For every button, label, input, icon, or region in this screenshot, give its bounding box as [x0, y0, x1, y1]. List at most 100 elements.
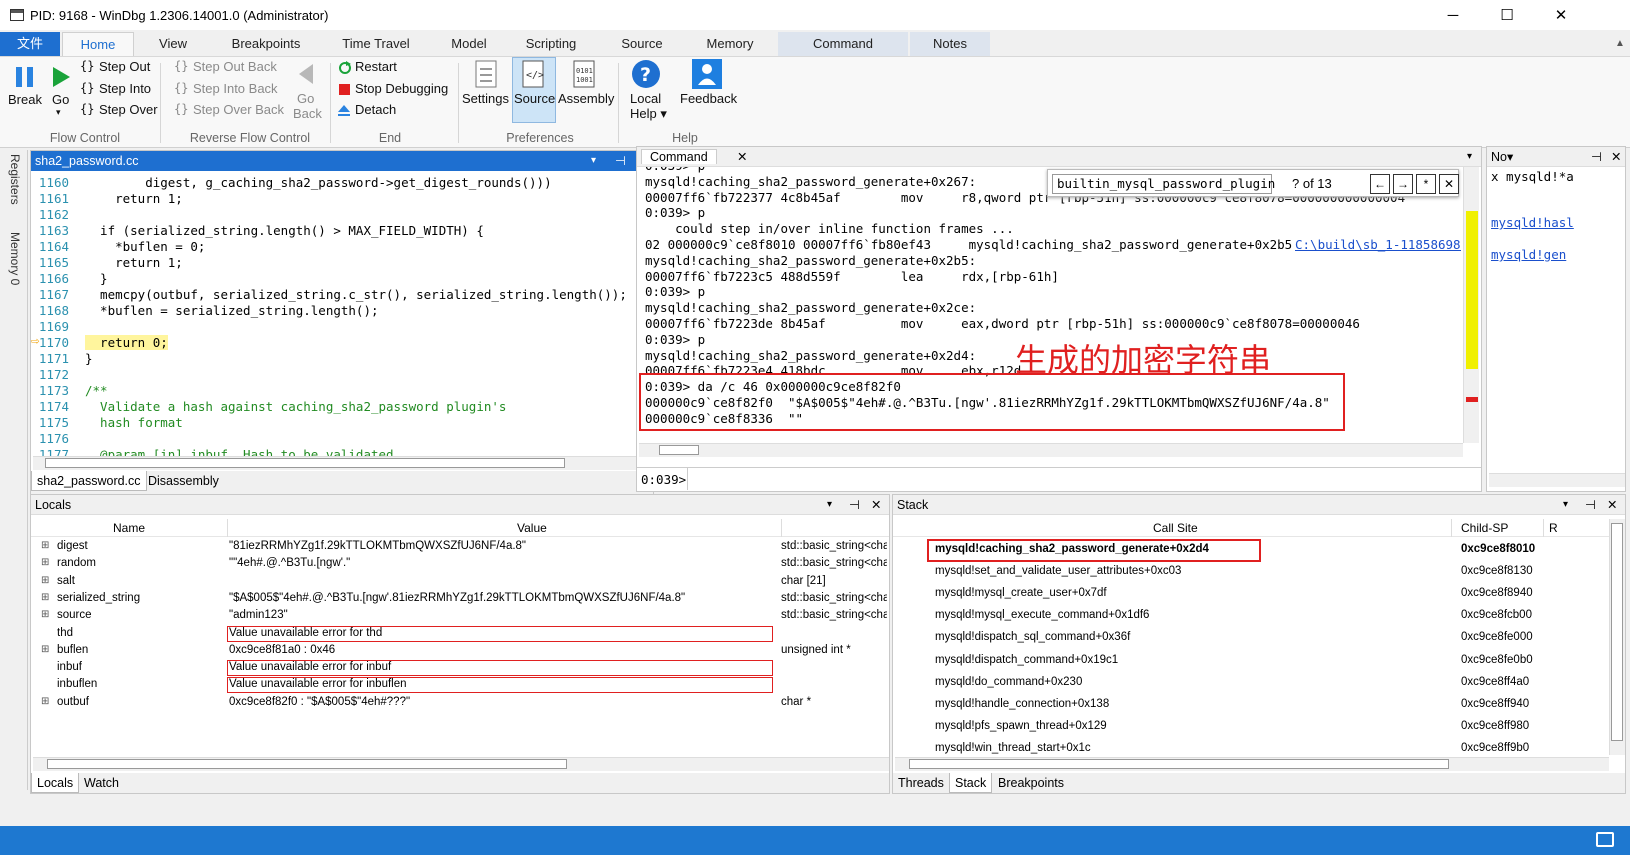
panel-dropdown-icon[interactable]: ▾: [1563, 495, 1568, 515]
stack-frame-row[interactable]: mysqld!mysql_execute_command+0x1df6 0xc9c…: [893, 605, 1609, 627]
code-line[interactable]: }: [85, 271, 108, 286]
panel-close-icon[interactable]: ✕: [1611, 147, 1621, 167]
scroll-thumb[interactable]: [47, 759, 567, 769]
expand-icon[interactable]: ⊞: [41, 644, 49, 655]
command-vertical-scrollbar[interactable]: [1463, 167, 1479, 443]
tab-stack[interactable]: Stack: [949, 773, 993, 793]
tab-home[interactable]: Home: [62, 32, 134, 56]
expand-icon[interactable]: ⊞: [41, 609, 49, 620]
column-child-sp[interactable]: Child-SP: [1461, 521, 1508, 535]
column-divider[interactable]: [1451, 519, 1452, 537]
call-site[interactable]: mysqld!set_and_validate_user_attributes+…: [935, 565, 1181, 577]
code-line[interactable]: }: [85, 351, 93, 366]
locals-horizontal-scrollbar[interactable]: [33, 757, 889, 771]
locals-row[interactable]: inbuflen Value unavailable error for inbu…: [31, 677, 889, 694]
command-tab-close-icon[interactable]: ✕: [737, 147, 747, 167]
notes-panel-title[interactable]: No▾: [1491, 150, 1513, 164]
tab-breakpoints[interactable]: Breakpoints: [216, 32, 316, 56]
maximize-button[interactable]: ☐: [1484, 0, 1530, 30]
notes-horizontal-scrollbar[interactable]: [1489, 473, 1625, 487]
local-help-button[interactable]: Local: [630, 91, 661, 106]
expand-icon[interactable]: ⊞: [41, 557, 49, 568]
tab-scripting[interactable]: Scripting: [508, 32, 594, 56]
find-regex-button[interactable]: *: [1416, 174, 1436, 194]
notes-link[interactable]: mysqld!hasl: [1491, 215, 1574, 230]
column-extra[interactable]: R: [1549, 521, 1558, 535]
expand-icon[interactable]: ⊞: [41, 540, 49, 551]
column-divider[interactable]: [227, 519, 228, 537]
expand-icon[interactable]: ⊞: [41, 575, 49, 586]
step-over-back-button[interactable]: Step Over Back: [193, 102, 284, 117]
code-line[interactable]: hash format: [85, 415, 183, 430]
expand-icon[interactable]: ⊞: [41, 696, 49, 707]
step-into-back-button[interactable]: Step Into Back: [193, 81, 278, 96]
find-prev-button[interactable]: ←: [1370, 174, 1390, 194]
stack-vertical-scrollbar[interactable]: [1609, 519, 1625, 755]
step-out-button[interactable]: Step Out: [99, 59, 150, 74]
tab-source[interactable]: Source: [604, 32, 680, 56]
stack-frame-row[interactable]: mysqld!handle_connection+0x138 0xc9ce8ff9…: [893, 694, 1609, 716]
chat-icon[interactable]: [1596, 832, 1614, 847]
scroll-thumb[interactable]: [1611, 523, 1623, 741]
command-input[interactable]: [687, 468, 1479, 490]
panel-close-icon[interactable]: ✕: [1607, 495, 1617, 515]
locals-row[interactable]: ⊞ buflen 0xc9ce8f81a0 : 0x46 unsigned int *: [31, 643, 889, 660]
tab-model[interactable]: Model: [436, 32, 502, 56]
minimize-button[interactable]: ─: [1430, 0, 1476, 30]
settings-button[interactable]: Settings: [462, 91, 509, 106]
go-dropdown-icon[interactable]: ▾: [56, 107, 61, 118]
pin-icon[interactable]: ⊣: [615, 151, 626, 171]
code-line[interactable]: return 0;: [85, 335, 168, 350]
column-divider[interactable]: [1543, 519, 1544, 537]
call-site[interactable]: mysqld!mysql_execute_command+0x1df6: [935, 609, 1149, 621]
find-input[interactable]: builtin_mysql_password_plugin: [1052, 174, 1275, 194]
stack-frame-row[interactable]: mysqld!dispatch_sql_command+0x36f 0xc9ce8…: [893, 627, 1609, 649]
call-site[interactable]: mysqld!handle_connection+0x138: [935, 698, 1109, 710]
detach-button[interactable]: Detach: [355, 102, 396, 117]
code-line[interactable]: memcpy(outbuf, serialized_string.c_str()…: [85, 287, 627, 302]
step-over-button[interactable]: Step Over: [99, 102, 158, 117]
stack-frame-row[interactable]: mysqld!mysql_create_user+0x7df 0xc9ce8f89…: [893, 583, 1609, 605]
pin-icon[interactable]: ⊣: [1591, 147, 1602, 167]
source-code-view[interactable]: 1160 digest, g_caching_sha2_password->ge…: [31, 171, 635, 461]
column-value[interactable]: Value: [517, 521, 547, 535]
command-horizontal-scrollbar[interactable]: [639, 443, 1463, 457]
code-line[interactable]: /**: [85, 383, 108, 398]
side-tab-memory[interactable]: Memory 0: [8, 232, 22, 285]
assembly-button[interactable]: Assembly: [558, 91, 614, 106]
tab-notes[interactable]: Notes: [910, 32, 990, 56]
tab-breakpoints-window[interactable]: Breakpoints: [993, 773, 1069, 793]
scroll-thumb[interactable]: [45, 458, 565, 468]
code-line[interactable]: digest, g_caching_sha2_password->get_dig…: [85, 175, 551, 190]
pin-icon[interactable]: ⊣: [1585, 495, 1596, 515]
step-out-back-button[interactable]: Step Out Back: [193, 59, 277, 74]
restart-button[interactable]: Restart: [355, 59, 397, 74]
notes-link[interactable]: mysqld!gen: [1491, 247, 1566, 262]
column-name[interactable]: Name: [113, 521, 145, 535]
locals-row[interactable]: ⊞ digest "81iezRRMhYZg1f.29kTTLOKMTbmQWXSZ…: [31, 539, 889, 556]
call-site[interactable]: mysqld!dispatch_command+0x19c1: [935, 654, 1118, 666]
scroll-thumb[interactable]: [659, 445, 699, 455]
tab-file[interactable]: 文件: [0, 32, 60, 56]
locals-row[interactable]: ⊞ serialized_string "$A$005$"4eh#.@.^B3Tu.…: [31, 591, 889, 608]
panel-close-icon[interactable]: ✕: [871, 495, 881, 515]
locals-row[interactable]: thd Value unavailable error for thd: [31, 625, 889, 643]
stack-frame-row[interactable]: mysqld!pfs_spawn_thread+0x129 0xc9ce8ff98…: [893, 716, 1609, 738]
locals-row[interactable]: ⊞ source "admin123" std::basic_string<cha: [31, 608, 889, 625]
close-button[interactable]: ✕: [1538, 0, 1584, 30]
feedback-button[interactable]: Feedback: [680, 91, 737, 106]
stop-debugging-button[interactable]: Stop Debugging: [355, 81, 448, 96]
tab-command[interactable]: Command: [778, 32, 908, 56]
stack-frame-row[interactable]: mysqld!do_command+0x230 0xc9ce8ff4a0: [893, 672, 1609, 694]
panel-dropdown-icon[interactable]: ▾: [1467, 147, 1472, 167]
find-close-button[interactable]: ✕: [1439, 174, 1459, 194]
call-site[interactable]: mysqld!pfs_spawn_thread+0x129: [935, 720, 1107, 732]
code-line[interactable]: return 1;: [85, 191, 183, 206]
code-line[interactable]: *buflen = serialized_string.length();: [85, 303, 378, 318]
collapse-ribbon-icon[interactable]: ▲: [1612, 32, 1628, 56]
step-into-button[interactable]: Step Into: [99, 81, 151, 96]
locals-row[interactable]: ⊞ random ""4eh#.@.^B3Tu.[ngw'." std::basic_…: [31, 556, 889, 573]
stack-frame-row[interactable]: mysqld!win_thread_start+0x1c 0xc9ce8ff9b0: [893, 738, 1609, 759]
source-horizontal-scrollbar[interactable]: [33, 456, 637, 470]
panel-dropdown-icon[interactable]: ▾: [827, 495, 832, 515]
